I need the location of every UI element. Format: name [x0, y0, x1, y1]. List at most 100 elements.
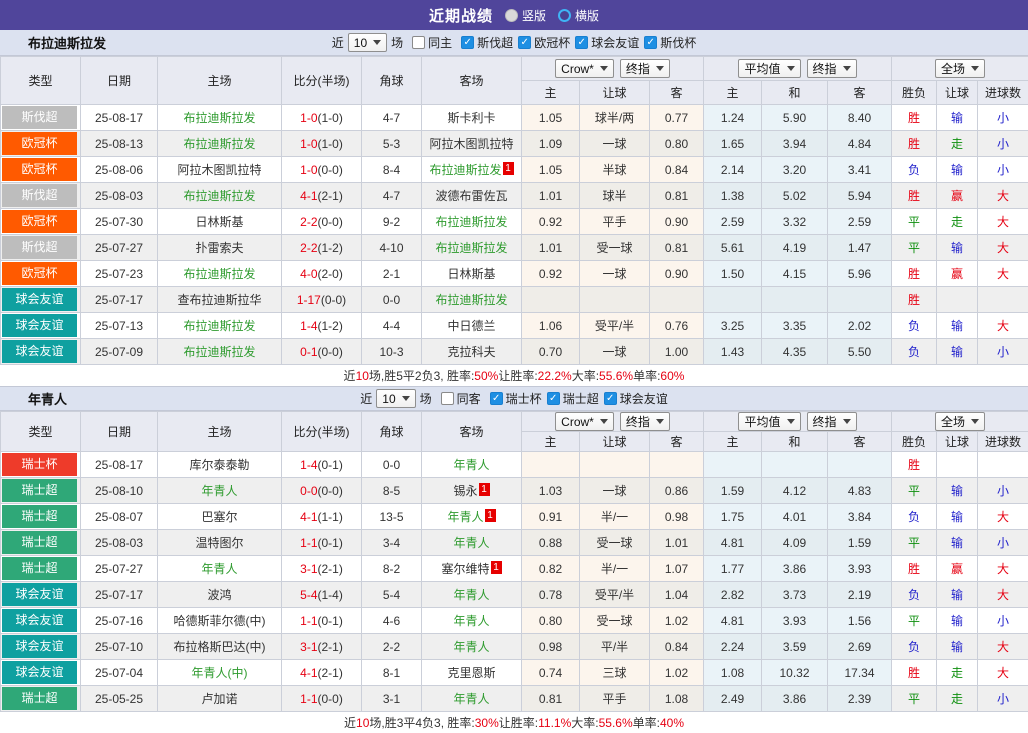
team-link[interactable]: 年青人 — [453, 588, 489, 602]
team-link[interactable]: 波鸿 — [207, 588, 231, 602]
team-link[interactable]: 卢加诺 — [201, 692, 237, 706]
team-link[interactable]: 布拉迪斯拉发 — [183, 319, 255, 333]
layout-radio-vertical[interactable]: 竖版 — [505, 7, 546, 24]
team-link[interactable]: 布拉迪斯拉发 — [435, 293, 507, 307]
date-cell: 25-07-04 — [81, 660, 158, 686]
team-link[interactable]: 塞尔维特 — [441, 562, 489, 576]
result-goals-cell: 大 — [978, 556, 1028, 582]
date-cell: 25-07-17 — [81, 287, 158, 313]
league-filter-checkbox[interactable]: ✓球会友谊 — [604, 390, 668, 407]
asian-handicap-cell: 平手 — [580, 686, 650, 712]
team-link[interactable]: 年青人 — [453, 614, 489, 628]
odds-company-select[interactable]: Crow* — [555, 412, 614, 431]
match-count-select[interactable]: 10 — [376, 389, 415, 408]
team-link[interactable]: 布拉格斯巴达(中) — [174, 640, 266, 654]
corner-cell: 2-2 — [362, 634, 422, 660]
away-team-cell: 锡永1 — [422, 478, 522, 504]
team-link[interactable]: 年青人 — [453, 536, 489, 550]
asian-handicap-cell: 半/一 — [580, 556, 650, 582]
away-team-cell: 年青人 — [422, 686, 522, 712]
team-link[interactable]: 锡永 — [453, 484, 477, 498]
team-link[interactable]: 阿拉木图凯拉特 — [177, 163, 261, 177]
summary-text: 场,胜3平4负3, 胜率: — [369, 714, 474, 731]
away-team-cell: 克里恩斯 — [422, 660, 522, 686]
euro-draw-odds-cell: 4.12 — [762, 478, 828, 504]
team-link[interactable]: 年青人 — [447, 510, 483, 524]
euro-odds-time-select[interactable]: 终指 — [807, 412, 857, 431]
team-link[interactable]: 布拉迪斯拉发 — [183, 137, 255, 151]
team-link[interactable]: 布拉迪斯拉发 — [183, 345, 255, 359]
summary-text: 55.6% — [599, 716, 633, 730]
asian-away-odds-cell: 1.01 — [650, 530, 704, 556]
team-link[interactable]: 温特图尔 — [195, 536, 243, 550]
team-link[interactable]: 年青人 — [201, 484, 237, 498]
league-badge: 欧冠杯 — [2, 158, 77, 181]
team-link[interactable]: 阿拉木图凯拉特 — [429, 137, 513, 151]
team-link[interactable]: 克拉科夫 — [447, 345, 495, 359]
date-cell: 25-07-17 — [81, 582, 158, 608]
result-handicap-cell: 输 — [937, 504, 978, 530]
league-badge: 瑞士超 — [2, 505, 77, 528]
period-select[interactable]: 全场 — [935, 412, 985, 431]
team-link[interactable]: 布拉迪斯拉发 — [183, 111, 255, 125]
chevron-down-icon — [656, 66, 664, 71]
team-link[interactable]: 年青人(中) — [192, 666, 248, 680]
team-link[interactable]: 布拉迪斯拉发 — [183, 189, 255, 203]
team-link[interactable]: 布拉迪斯拉发 — [183, 267, 255, 281]
team-link[interactable]: 年青人 — [453, 692, 489, 706]
league-filter-checkbox[interactable]: ✓欧冠杯 — [518, 34, 570, 51]
result-wdl-cell: 负 — [892, 504, 937, 530]
result-goals-cell: 小 — [978, 339, 1028, 365]
league-filter-checkbox[interactable]: ✓瑞士杯 — [490, 390, 542, 407]
team-link[interactable]: 哈德斯菲尔德(中) — [174, 614, 266, 628]
same-venue-checkbox[interactable]: 同客 — [441, 390, 481, 407]
asian-odds-time-select[interactable]: 终指 — [620, 59, 670, 78]
same-venue-checkbox[interactable]: 同主 — [412, 34, 452, 51]
recent-results-header-bar: 近期战绩 竖版 横版 — [0, 0, 1028, 30]
summary-text: 单率: — [633, 714, 660, 731]
team-link[interactable]: 波德布雷佐瓦 — [435, 189, 507, 203]
team-link[interactable]: 布拉迪斯拉发 — [435, 241, 507, 255]
team-link[interactable]: 年青人 — [453, 640, 489, 654]
score-cell: 1-0(0-0) — [282, 157, 362, 183]
league-filter-checkbox[interactable]: ✓球会友谊 — [575, 34, 639, 51]
euro-odds-time-select[interactable]: 终指 — [807, 59, 857, 78]
summary-text: 10 — [356, 716, 369, 730]
team-link[interactable]: 布拉迪斯拉发 — [435, 215, 507, 229]
team-link[interactable]: 布拉迪斯拉发 — [429, 163, 501, 177]
chevron-down-icon — [971, 66, 979, 71]
asian-handicap-cell: 受平/半 — [580, 313, 650, 339]
asian-home-odds-cell: 0.70 — [522, 339, 580, 365]
team-link[interactable]: 库尔泰泰勒 — [189, 458, 249, 472]
col-corner: 角球 — [362, 412, 422, 452]
result-handicap-cell: 赢 — [937, 261, 978, 287]
league-cell: 球会友谊 — [1, 608, 81, 634]
layout-radio-horizontal[interactable]: 横版 — [558, 7, 599, 24]
team-link[interactable]: 年青人 — [201, 562, 237, 576]
odds-company-select[interactable]: Crow* — [555, 59, 614, 78]
team-link[interactable]: 查布拉迪斯拉华 — [177, 293, 261, 307]
asian-handicap-cell: 平手 — [580, 209, 650, 235]
team-link[interactable]: 年青人 — [453, 458, 489, 472]
league-filter-checkbox[interactable]: ✓瑞士超 — [547, 390, 599, 407]
league-filter-checkbox[interactable]: ✓斯伐杯 — [644, 34, 696, 51]
asian-odds-time-select[interactable]: 终指 — [620, 412, 670, 431]
home-team-cell: 年青人 — [158, 556, 282, 582]
team-link[interactable]: 扑雷索夫 — [195, 241, 243, 255]
euro-home-odds-cell: 4.81 — [704, 608, 762, 634]
team-link[interactable]: 中日德兰 — [447, 319, 495, 333]
checkbox-icon: ✓ — [461, 36, 474, 49]
match-count-select[interactable]: 10 — [348, 33, 387, 52]
period-select[interactable]: 全场 — [935, 59, 985, 78]
page-title: 近期战绩 — [429, 5, 493, 26]
team-link[interactable]: 巴塞尔 — [201, 510, 237, 524]
team-link[interactable]: 日林斯基 — [447, 267, 495, 281]
league-filter-checkbox[interactable]: ✓斯伐超 — [461, 34, 513, 51]
team-link[interactable]: 日林斯基 — [195, 215, 243, 229]
asian-handicap-cell: 半球 — [580, 157, 650, 183]
team-link[interactable]: 克里恩斯 — [447, 666, 495, 680]
team-link[interactable]: 斯卡利卡 — [447, 111, 495, 125]
col-type: 类型 — [1, 412, 81, 452]
euro-odds-type-select[interactable]: 平均值 — [738, 59, 800, 78]
euro-odds-type-select[interactable]: 平均值 — [738, 412, 800, 431]
